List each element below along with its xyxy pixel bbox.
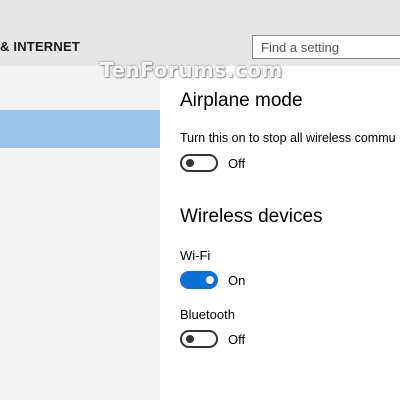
airplane-mode-toggle[interactable] (180, 154, 218, 172)
sidebar-item-selected[interactable] (0, 110, 160, 148)
wifi-toggle[interactable] (180, 271, 218, 289)
airplane-mode-description: Turn this on to stop all wireless commu (180, 131, 396, 145)
page-title: & INTERNET (0, 39, 80, 54)
toggle-knob (186, 335, 194, 343)
toggle-knob (186, 159, 194, 167)
airplane-mode-state: Off (228, 156, 246, 171)
toggle-knob (206, 276, 214, 284)
bluetooth-toggle[interactable] (180, 330, 218, 348)
wifi-state: On (228, 273, 246, 288)
watermark: TenForums.com (100, 58, 283, 82)
airplane-mode-heading: Airplane mode (180, 90, 303, 111)
wireless-devices-heading: Wireless devices (180, 206, 323, 227)
wifi-label: Wi-Fi (180, 248, 211, 263)
header: & INTERNET (0, 0, 400, 66)
bluetooth-state: Off (228, 332, 246, 347)
search-box[interactable] (252, 35, 400, 59)
sidebar (0, 66, 160, 400)
bluetooth-label: Bluetooth (180, 307, 235, 322)
search-input[interactable] (253, 36, 400, 58)
main-content: Airplane mode Turn this on to stop all w… (160, 66, 400, 400)
